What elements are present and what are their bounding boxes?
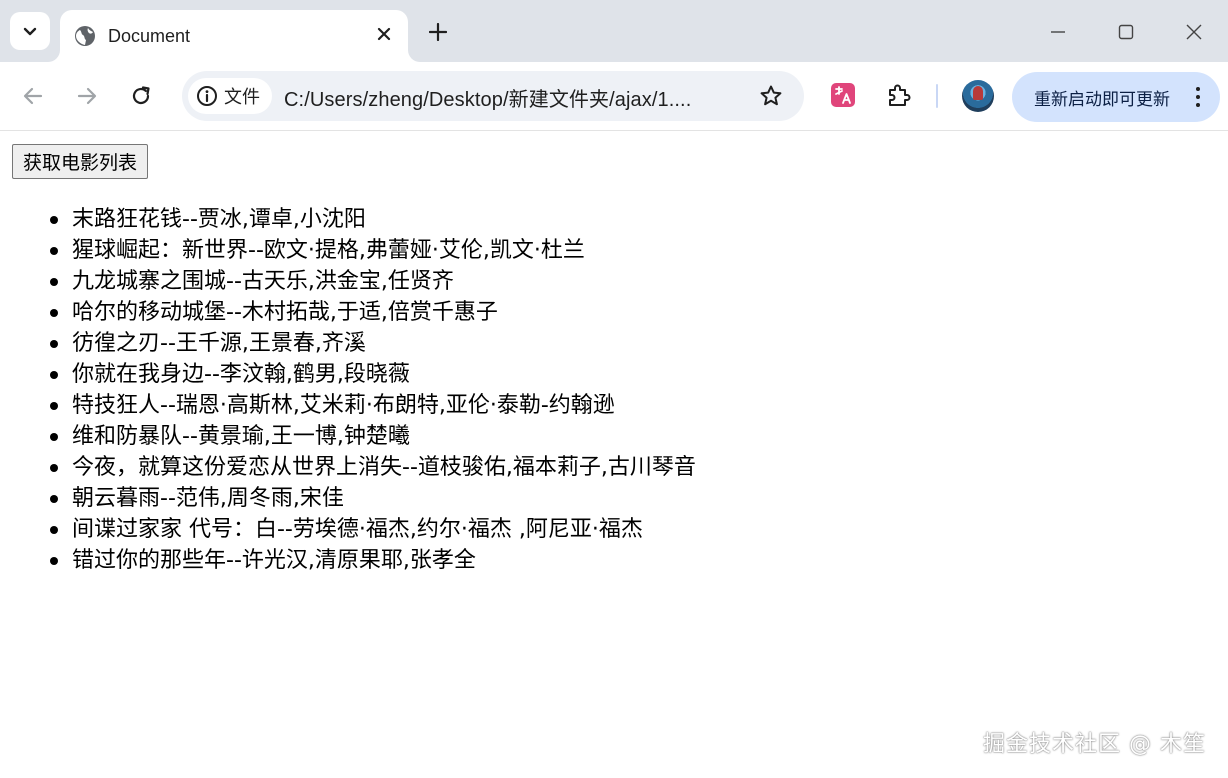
back-button[interactable] [15, 78, 51, 114]
puzzle-extension-icon [889, 84, 911, 106]
list-item: 你就在我身边--李汶翰,鹤男,段晓薇 [50, 359, 696, 390]
translate-extension-button[interactable] [828, 80, 858, 110]
list-item: 九龙城寨之围城--古天乐,洪金宝,任贤齐 [50, 266, 696, 297]
maximize-button[interactable] [1108, 14, 1144, 50]
tab-search-chevron-icon [23, 27, 37, 36]
reload-button[interactable] [123, 78, 159, 114]
window-close-icon [1186, 24, 1202, 40]
window-close-button[interactable] [1176, 14, 1212, 50]
list-item: 哈尔的移动城堡--木村拓哉,于适,倍赏千惠子 [50, 297, 696, 328]
minimize-icon [1051, 31, 1065, 33]
url-text[interactable]: C:/Users/zheng/Desktop/新建文件夹/ajax/1.... [284, 83, 691, 112]
plus-icon [429, 23, 447, 41]
forward-button[interactable] [69, 78, 105, 114]
close-icon [377, 27, 391, 41]
site-info-label: 文件 [224, 87, 260, 108]
fetch-movie-list-button[interactable]: 获取电影列表 [12, 144, 149, 179]
browser-toolbar: 文件 C:/Users/zheng/Desktop/新建文件夹/ajax/1..… [0, 62, 1228, 131]
star-icon [760, 85, 782, 106]
back-icon [23, 87, 43, 105]
minimize-button[interactable] [1040, 14, 1076, 50]
tab-strip: Document [0, 0, 1228, 62]
more-vert-icon[interactable] [1194, 85, 1202, 109]
list-item: 错过你的那些年--许光汉,清原果耶,张孝全 [50, 545, 696, 576]
tab-close-button[interactable] [372, 22, 396, 46]
watermark: 掘金技术社区 @ 木笙 [983, 732, 1206, 757]
profile-avatar[interactable] [962, 80, 994, 112]
list-item: 朝云暮雨--范伟,周冬雨,宋佳 [50, 483, 696, 514]
site-info-chip[interactable]: 文件 [188, 78, 272, 114]
list-item: 间谍过家家 代号：白--劳埃德·福杰,约尔·福杰 ,阿尼亚·福杰 [50, 514, 696, 545]
list-item: 彷徨之刃--王千源,王景春,齐溪 [50, 328, 696, 359]
address-bar[interactable]: 文件 C:/Users/zheng/Desktop/新建文件夹/ajax/1..… [182, 71, 804, 121]
list-item: 特技狂人--瑞恩·高斯林,艾米莉·布朗特,亚伦·泰勒-约翰逊 [50, 390, 696, 421]
browser-tab[interactable]: Document [60, 10, 408, 62]
tab-title: Document [108, 25, 191, 46]
forward-icon [77, 87, 97, 105]
info-icon [197, 86, 217, 106]
extensions-button[interactable] [884, 80, 914, 110]
list-item: 今夜，就算这份爱恋从世界上消失--道枝骏佑,福本莉子,古川琴音 [50, 452, 696, 483]
reload-icon [132, 86, 150, 105]
page-content: 获取电影列表 末路狂花钱--贾冰,谭卓,小沈阳 猩球崛起：新世界--欧文·提格,… [0, 132, 1228, 778]
relaunch-update-button[interactable]: 重新启动即可更新 [1012, 72, 1220, 122]
globe-icon [75, 26, 95, 46]
movie-list: 末路狂花钱--贾冰,谭卓,小沈阳 猩球崛起：新世界--欧文·提格,弗蕾娅·艾伦,… [50, 204, 696, 576]
bookmark-button[interactable] [758, 83, 784, 109]
new-tab-button[interactable] [424, 18, 452, 46]
list-item: 维和防暴队--黄景瑜,王一博,钟楚曦 [50, 421, 696, 452]
maximize-icon [1118, 24, 1134, 40]
translate-extension-icon [831, 83, 855, 107]
update-label: 重新启动即可更新 [1034, 89, 1170, 110]
list-item: 猩球崛起：新世界--欧文·提格,弗蕾娅·艾伦,凯文·杜兰 [50, 235, 696, 266]
list-item: 末路狂花钱--贾冰,谭卓,小沈阳 [50, 204, 696, 235]
toolbar-separator [936, 84, 938, 108]
tab-search-button[interactable] [10, 12, 50, 50]
